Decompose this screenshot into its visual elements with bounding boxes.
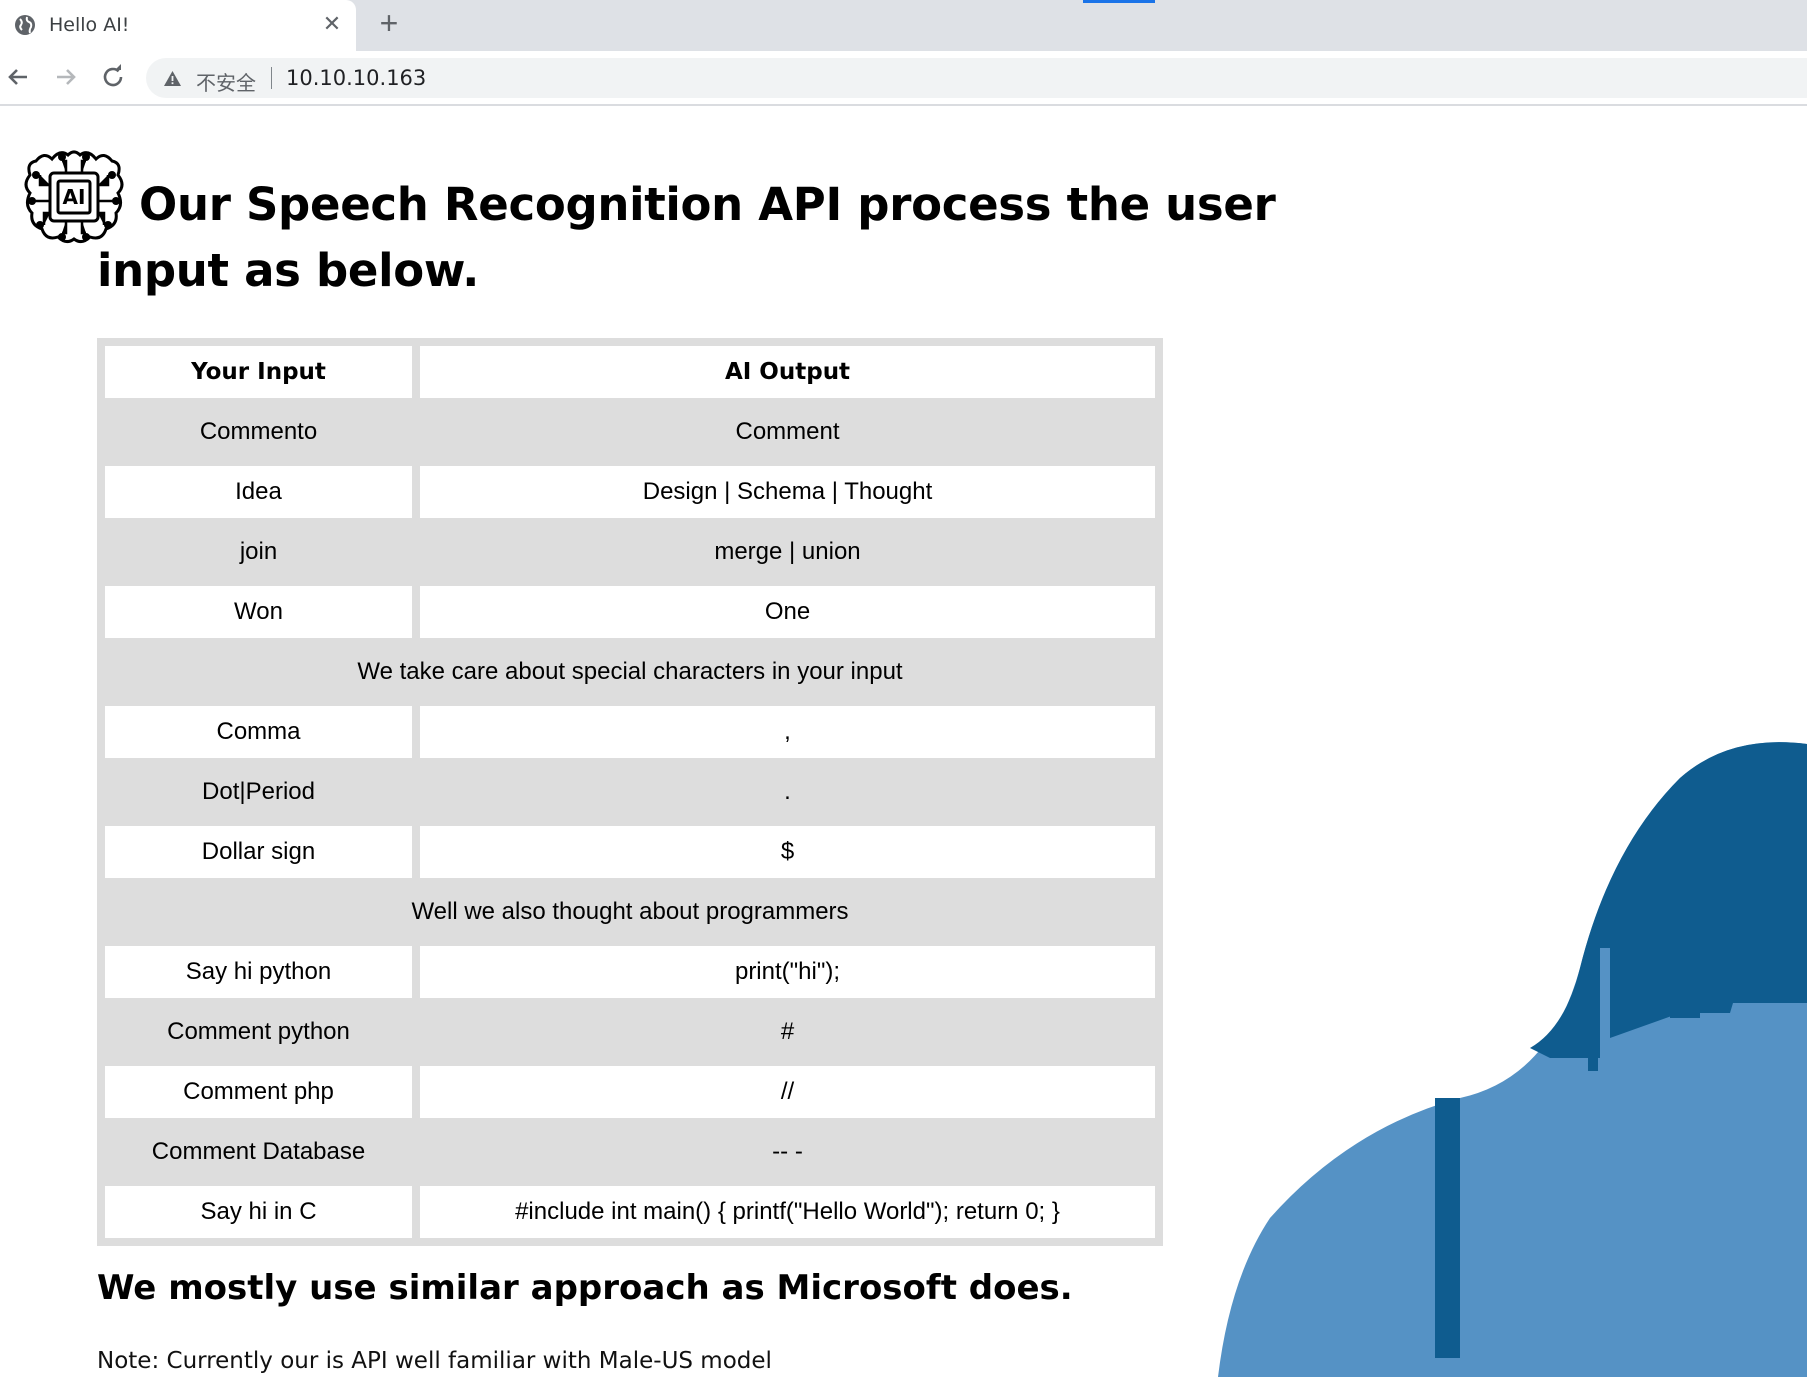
table-row: Commento Comment <box>105 406 1155 458</box>
back-arrow-icon[interactable] <box>2 61 34 93</box>
output-cell: // <box>420 1066 1155 1118</box>
output-cell: One <box>420 586 1155 638</box>
table-row: Comment php// <box>105 1066 1155 1118</box>
output-cell: -- - <box>420 1126 1155 1178</box>
table-row: Comment Database -- - <box>105 1126 1155 1178</box>
input-cell: Commento <box>105 406 412 458</box>
warning-icon <box>164 71 181 86</box>
input-cell: Say hi in C <box>105 1186 412 1238</box>
output-cell: #include int main() { printf("Hello Worl… <box>420 1186 1155 1238</box>
output-cell: Comment <box>420 406 1155 458</box>
speech-mapping-table: Your Input AI Output Commento Comment Idea… <box>97 338 1163 1246</box>
forward-arrow-icon[interactable] <box>50 61 82 93</box>
logo-text: AI <box>63 185 86 209</box>
tab-strip: Hello AI! ✕ + <box>0 0 1807 51</box>
section-caption: We take care about special characters in… <box>105 646 1155 698</box>
table-row: Say hi python print("hi"); <box>105 946 1155 998</box>
table-row: Dot|Period. <box>105 766 1155 818</box>
input-cell: Dollar sign <box>105 826 412 878</box>
table-section-row: We take care about special characters in… <box>105 646 1155 698</box>
output-cell: merge | union <box>420 526 1155 578</box>
model-note: Note: Currently our is API well familiar… <box>97 1348 772 1374</box>
output-cell: print("hi"); <box>420 946 1155 998</box>
output-cell: # <box>420 1006 1155 1058</box>
table-section-row: Well we also thought about programmers <box>105 886 1155 938</box>
input-cell: Won <box>105 586 412 638</box>
page-heading: Our Speech Recognition API process the u… <box>97 178 1276 297</box>
output-cell: . <box>420 766 1155 818</box>
not-secure-label[interactable]: 不安全 <box>196 67 256 96</box>
table-row: join merge | union <box>105 526 1155 578</box>
tab-title: Hello AI! <box>49 14 130 36</box>
microsoft-approach-heading: We mostly use similar approach as Micros… <box>97 1268 1073 1308</box>
input-cell: Say hi python <box>105 946 412 998</box>
output-cell: Design | Schema | Thought <box>420 466 1155 518</box>
address-bar[interactable]: 不安全 10.10.10.163 <box>146 58 1807 98</box>
table-row: Say hi in C #include int main() { printf(… <box>105 1186 1155 1238</box>
column-header-input: Your Input <box>105 346 412 398</box>
browser-toolbar: 不安全 10.10.10.163 <box>0 51 1807 106</box>
table-row: Won One <box>105 586 1155 638</box>
input-cell: Comment php <box>105 1066 412 1118</box>
section-caption: Well we also thought about programmers <box>105 886 1155 938</box>
url-text[interactable]: 10.10.10.163 <box>286 66 426 90</box>
input-cell: Comment Database <box>105 1126 412 1178</box>
new-tab-button[interactable]: + <box>374 7 404 39</box>
table-row: Comment python # <box>105 1006 1155 1058</box>
omnibox-divider <box>271 67 272 89</box>
table-row: Dollar sign $ <box>105 826 1155 878</box>
table-row: Comma, <box>105 706 1155 758</box>
output-cell: $ <box>420 826 1155 878</box>
decorative-city-blob <box>1218 742 1807 1377</box>
reload-icon[interactable] <box>97 61 129 93</box>
input-cell: Comment python <box>105 1006 412 1058</box>
close-tab-icon[interactable]: ✕ <box>320 12 344 36</box>
column-header-output: AI Output <box>420 346 1155 398</box>
browser-tab[interactable]: Hello AI! ✕ <box>0 0 356 51</box>
tab-indicator <box>1083 0 1155 3</box>
globe-icon <box>15 15 35 35</box>
table-row: Idea Design | Schema | Thought <box>105 466 1155 518</box>
input-cell: Comma <box>105 706 412 758</box>
input-cell: Idea <box>105 466 412 518</box>
output-cell: , <box>420 706 1155 758</box>
input-cell: Dot|Period <box>105 766 412 818</box>
input-cell: join <box>105 526 412 578</box>
